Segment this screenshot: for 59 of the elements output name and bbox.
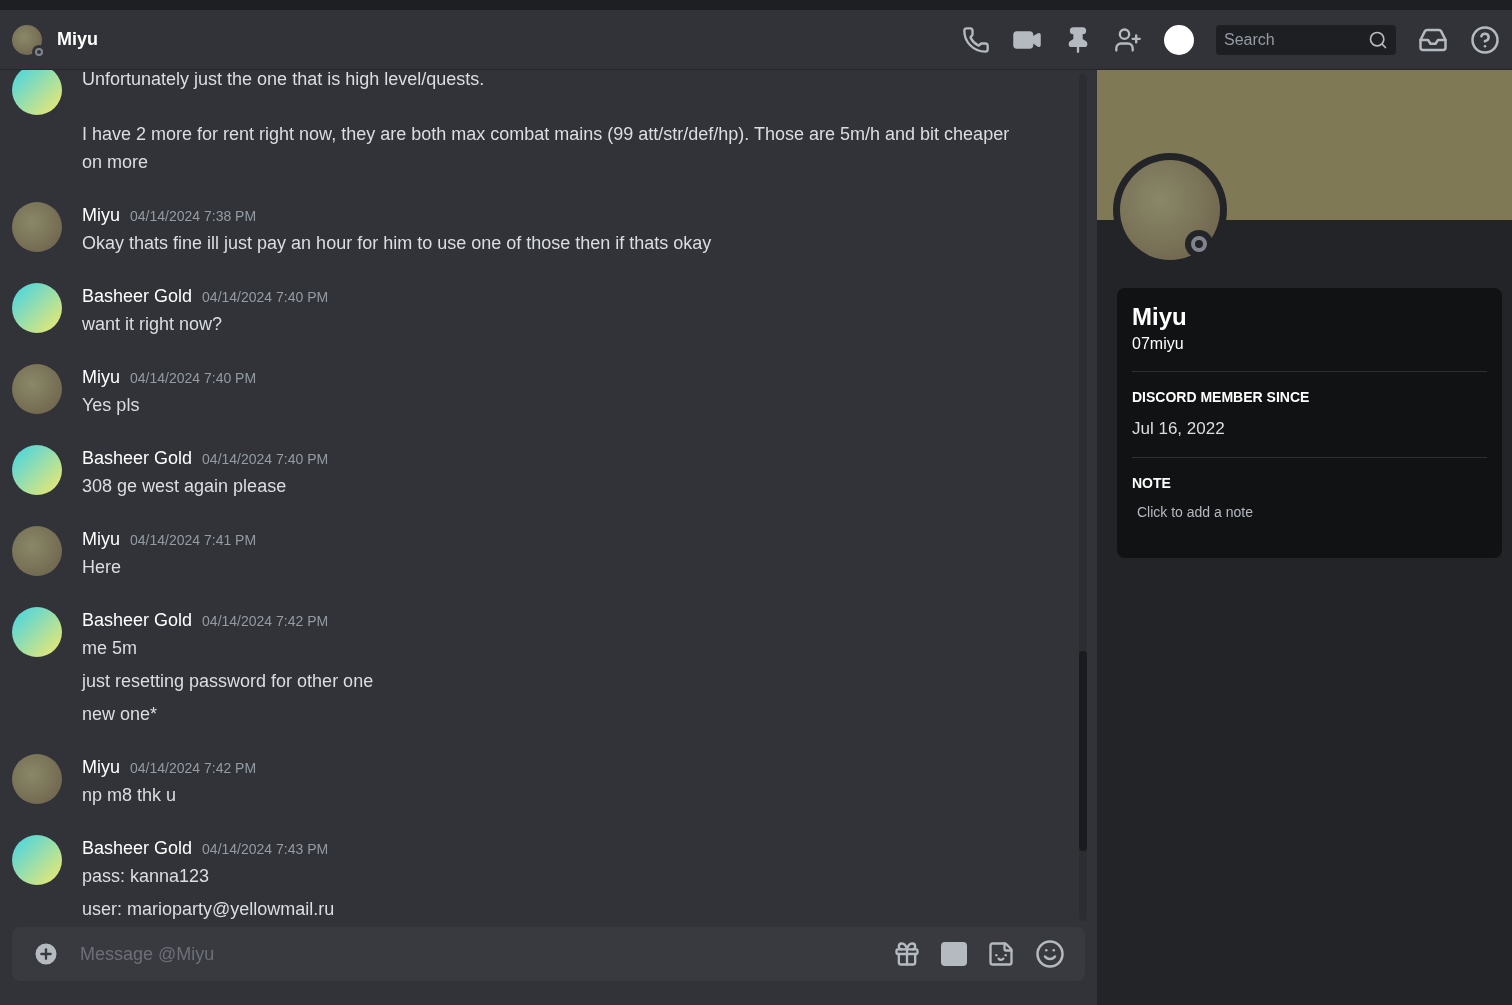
display-name: Miyu <box>1132 302 1188 332</box>
section-heading: NOTE <box>1132 473 1172 493</box>
author-name[interactable]: Miyu <box>82 202 120 228</box>
avatar-icon <box>12 754 62 804</box>
username: 07miyu <box>1132 334 1185 354</box>
help-icon[interactable] <box>1470 24 1500 55</box>
timestamp: 04/14/2024 7:40 PM <box>130 369 257 388</box>
avatar-icon <box>12 283 62 333</box>
avatar-icon <box>1120 160 1220 260</box>
member-since-date: Jul 16, 2022 <box>1132 418 1226 440</box>
author-name[interactable]: Basheer Gold <box>82 607 193 633</box>
avatar-icon <box>12 70 62 115</box>
message-text: just resetting password for other one <box>82 670 374 693</box>
message-text: 308 ge west again please <box>82 475 288 498</box>
timestamp: 04/14/2024 7:41 PM <box>130 531 257 550</box>
author-name[interactable]: Basheer Gold <box>82 445 193 471</box>
author-name[interactable]: Basheer Gold <box>82 283 193 309</box>
timestamp: 04/14/2024 7:43 PM <box>202 840 329 859</box>
note-field[interactable]: Click to add a note <box>1137 501 1487 523</box>
author-name[interactable]: Miyu <box>82 526 120 552</box>
message-text: me 5m <box>82 637 138 660</box>
scrollbar-thumb[interactable] <box>1079 651 1087 851</box>
avatar-icon <box>12 364 62 414</box>
avatar-icon <box>12 526 62 576</box>
search-field[interactable]: Search <box>1216 24 1396 55</box>
timestamp: 04/14/2024 7:40 PM <box>202 288 329 307</box>
message-text: Okay thats fine ill just pay an hour for him to use one of those then if thats okay <box>82 232 712 255</box>
message-text: np m8 thk u <box>82 784 178 807</box>
author-name[interactable]: Miyu <box>82 364 120 390</box>
message-composer[interactable]: Message @Miyu <box>12 927 1085 981</box>
message-input-field[interactable]: Message @Miyu <box>80 940 873 968</box>
gift-icon[interactable] <box>893 940 921 968</box>
avatar-icon <box>12 835 62 885</box>
sticker-icon[interactable] <box>987 940 1015 968</box>
message-text: new one* <box>82 703 159 726</box>
add-attachment-icon[interactable] <box>32 940 60 968</box>
message-text: pass: kanna123 <box>82 865 211 888</box>
timestamp: 04/14/2024 7:40 PM <box>202 450 329 469</box>
message-text: Yes pls <box>82 394 141 417</box>
channel-title: Miyu <box>57 28 98 51</box>
timestamp: 04/14/2024 7:42 PM <box>202 612 329 631</box>
message-text: user: marioparty@yellowmail.ru <box>82 898 335 921</box>
message-text: want it right now? <box>82 313 224 336</box>
message-text: I have 2 more for rent right now, they are both max combat mains (99 att/str/def/hp). Those are 5m/h and bit cheaper on more <box>82 123 1011 174</box>
avatar-icon <box>12 607 62 657</box>
search-icon <box>1368 29 1388 50</box>
timestamp: 04/14/2024 7:38 PM <box>130 207 257 226</box>
author-name[interactable]: Basheer Gold <box>82 835 193 861</box>
message-text: Here <box>82 556 122 579</box>
timestamp: 04/14/2024 7:42 PM <box>130 759 257 778</box>
call-icon[interactable] <box>962 25 990 54</box>
avatar-icon <box>12 445 62 495</box>
author-name[interactable]: Miyu <box>82 754 120 780</box>
avatar-icon <box>12 202 62 252</box>
message-text: Unfortunately just the one that is high level/quests. <box>82 70 486 91</box>
avatar-icon <box>12 24 42 55</box>
emoji-icon[interactable] <box>1035 939 1065 969</box>
add-friend-icon[interactable] <box>1114 25 1142 54</box>
section-heading: DISCORD MEMBER SINCE <box>1132 388 1311 407</box>
